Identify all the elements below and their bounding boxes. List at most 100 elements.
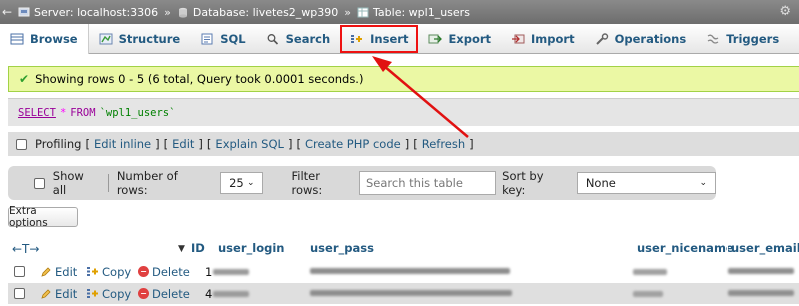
search-icon: [267, 33, 278, 45]
tab-sql[interactable]: SQL: [190, 24, 255, 54]
tab-label: Search: [285, 31, 331, 46]
column-header-user-email[interactable]: user_email: [731, 241, 799, 255]
copy-icon: [87, 289, 98, 298]
number-of-rows-select[interactable]: 25 ⌄: [220, 172, 264, 194]
profiling-checkbox[interactable]: [16, 138, 27, 150]
sort-by-key-value: None: [585, 176, 616, 190]
column-toggle-arrows[interactable]: ←T→: [12, 242, 39, 256]
sql-select-keyword[interactable]: SELECT: [18, 107, 56, 119]
refresh-link[interactable]: Refresh: [422, 137, 465, 151]
tab-insert[interactable]: Insert: [340, 24, 419, 53]
browse-icon: [10, 33, 24, 44]
row-copy-label: Copy: [102, 264, 132, 279]
tab-import[interactable]: Import: [501, 24, 585, 54]
server-icon: [18, 7, 30, 16]
sql-from-keyword: FROM: [70, 106, 96, 119]
redacted-user-pass: [310, 290, 512, 296]
bracket: ]: [155, 137, 160, 151]
create-php-code-link[interactable]: Create PHP code: [305, 137, 401, 151]
tab-search[interactable]: Search: [256, 24, 341, 54]
tab-structure[interactable]: Structure: [89, 24, 191, 54]
chevron-down-icon: ⌄: [699, 178, 708, 188]
back-arrow-icon[interactable]: ←: [0, 5, 14, 19]
breadcrumb-database-label: Database: livetes2_wp390: [192, 5, 339, 19]
sql-query-box: SELECT * FROM `wpl1_users`: [8, 98, 799, 126]
breadcrumb-separator: »: [344, 5, 352, 19]
edit-inline-link[interactable]: Edit inline: [94, 137, 151, 151]
success-message-text: Showing rows 0 - 5 (6 total, Query took …: [35, 72, 364, 86]
edit-link[interactable]: Edit: [172, 137, 194, 151]
redacted-user-pass: [310, 268, 510, 274]
number-of-rows-label: Number of rows:: [116, 169, 178, 197]
pencil-icon: [41, 288, 51, 299]
tab-operations[interactable]: Operations: [585, 24, 697, 54]
tab-export[interactable]: Export: [418, 24, 501, 54]
breadcrumb-server-label: Server: localhost:3306: [34, 5, 159, 19]
column-header-user-pass[interactable]: user_pass: [310, 241, 374, 255]
delete-icon: −: [138, 266, 149, 277]
row-copy-action[interactable]: Copy: [86, 287, 131, 301]
tab-label: Import: [531, 31, 575, 46]
navigation-filter-bar: Show all Number of rows: 25 ⌄ Filter row…: [8, 166, 717, 200]
row-copy-action[interactable]: Copy: [86, 265, 131, 279]
sql-star: *: [59, 106, 67, 119]
column-header-user-login[interactable]: user_login: [218, 241, 284, 255]
filter-rows-input[interactable]: Search this table: [359, 171, 497, 195]
import-icon: [512, 34, 525, 43]
database-icon: [178, 7, 187, 18]
profiling-bar: Profiling [Edit inline] [Edit] [Explain …: [8, 132, 799, 156]
bracket: [: [206, 137, 212, 151]
sql-icon: [201, 33, 213, 44]
extra-options-button[interactable]: Extra options: [8, 205, 78, 229]
row-edit-label: Edit: [55, 264, 78, 279]
success-check-icon: ✔: [19, 72, 30, 86]
pencil-icon: [41, 266, 51, 277]
divider: [107, 174, 109, 192]
explain-sql-link[interactable]: Explain SQL: [215, 137, 284, 151]
row-delete-label: Delete: [152, 264, 190, 279]
redacted-user-login: [213, 269, 249, 275]
gear-icon[interactable]: ⚙: [779, 4, 791, 19]
redacted-user-email: [728, 290, 794, 296]
tab-label: Structure: [118, 31, 181, 46]
tab-browse[interactable]: Browse: [0, 23, 89, 54]
success-message: ✔ Showing rows 0 - 5 (6 total, Query too…: [8, 66, 799, 92]
column-header-id[interactable]: ID: [191, 241, 205, 255]
sort-by-key-select[interactable]: None ⌄: [576, 172, 717, 194]
triggers-icon: [707, 34, 719, 44]
tab-label: Operations: [614, 31, 687, 46]
breadcrumb-separator: »: [164, 5, 171, 19]
breadcrumb-server[interactable]: Server: localhost:3306: [14, 6, 162, 19]
redacted-user-login: [213, 291, 249, 297]
row-edit-action[interactable]: Edit: [40, 287, 77, 301]
row-edit-action[interactable]: Edit: [40, 265, 77, 279]
tab-label: Browse: [30, 31, 78, 46]
breadcrumb-table-label: Table: wpl1_users: [373, 5, 470, 19]
row-delete-action[interactable]: − Delete: [138, 265, 190, 279]
row-delete-action[interactable]: − Delete: [138, 287, 190, 301]
column-header-user-nicename[interactable]: user_nicename: [637, 241, 734, 255]
sort-triangle-icon[interactable]: ▼: [178, 244, 185, 254]
bracket: [: [296, 137, 301, 151]
tab-triggers[interactable]: Triggers: [696, 24, 789, 54]
breadcrumb: ← Server: localhost:3306 » Database: liv…: [0, 0, 799, 24]
breadcrumb-database[interactable]: Database: livetes2_wp390: [173, 6, 342, 19]
row-edit-label: Edit: [55, 286, 78, 301]
structure-icon: [99, 33, 113, 44]
redacted-user-nicename: [633, 269, 667, 275]
row-id: 1: [205, 264, 213, 279]
tab-label: Export: [448, 31, 492, 46]
bracket: ]: [404, 137, 410, 151]
row-checkbox[interactable]: [14, 266, 25, 277]
sql-table-name: `wpl1_users`: [99, 106, 176, 119]
row-checkbox[interactable]: [14, 288, 25, 299]
table-row: Edit Copy − Delete 4: [8, 283, 799, 304]
tab-label: Triggers: [726, 31, 780, 46]
breadcrumb-table[interactable]: Table: wpl1_users: [353, 6, 474, 19]
tab-label: SQL: [220, 31, 246, 46]
show-all-checkbox[interactable]: [34, 177, 45, 189]
bracket: [: [85, 137, 90, 151]
operations-icon: [595, 32, 608, 45]
profiling-label: Profiling: [35, 137, 82, 151]
row-delete-label: Delete: [152, 286, 190, 301]
